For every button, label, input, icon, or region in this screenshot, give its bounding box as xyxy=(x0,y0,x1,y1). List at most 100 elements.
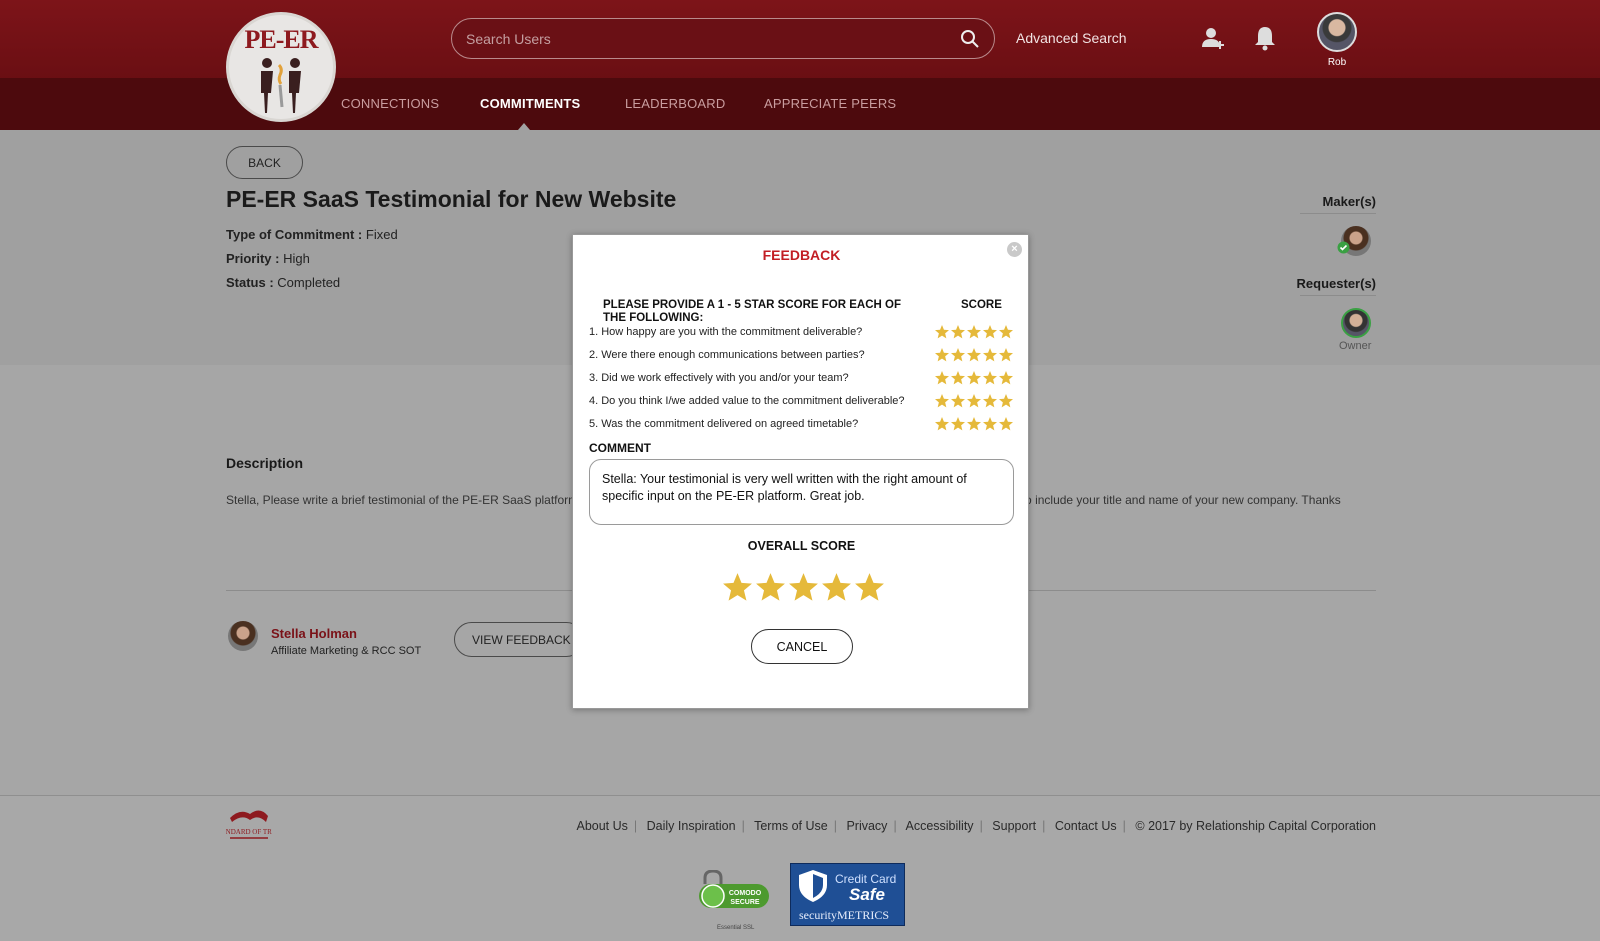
footer-link-daily-inspiration[interactable]: Daily Inspiration xyxy=(647,819,736,833)
requesters-divider xyxy=(1300,295,1376,296)
cancel-button[interactable]: CANCEL xyxy=(751,629,853,664)
commitment-status: Status : Completed xyxy=(226,275,340,290)
star-icon[interactable] xyxy=(983,371,997,385)
star-icon[interactable] xyxy=(935,325,949,339)
star-icon[interactable] xyxy=(999,394,1013,408)
peer-logo[interactable]: PE-ER xyxy=(226,12,336,122)
search-input[interactable] xyxy=(466,28,936,50)
star-icon[interactable] xyxy=(951,371,965,385)
requester-role: Owner xyxy=(1339,340,1372,352)
star-icon[interactable] xyxy=(999,325,1013,339)
ccsafe-line1: Credit Card xyxy=(835,872,897,886)
star-icon[interactable] xyxy=(951,348,965,362)
footer-link-about[interactable]: About Us xyxy=(576,819,627,833)
star-icon[interactable] xyxy=(935,371,949,385)
question-row: 4. Do you think I/we added value to the … xyxy=(589,393,1014,411)
requester-avatar[interactable] xyxy=(1341,308,1371,338)
star-icon[interactable] xyxy=(951,417,965,431)
ccsafe-line2: Safe xyxy=(849,885,885,904)
search-box[interactable] xyxy=(451,18,995,59)
question-row: 2. Were there enough communications betw… xyxy=(589,347,1014,365)
maker-role: Affiliate Marketing & RCC SOT xyxy=(271,645,422,657)
star-icon[interactable] xyxy=(967,325,981,339)
question-star-rating[interactable] xyxy=(934,416,1014,437)
question-text: 1. How happy are you with the commitment… xyxy=(589,326,863,338)
stella-avatar[interactable] xyxy=(228,621,258,651)
status-label: Status : xyxy=(226,275,274,290)
nav-tab-appreciate-peers[interactable]: APPRECIATE PEERS xyxy=(764,96,896,111)
commitment-type: Type of Commitment : Fixed xyxy=(226,227,398,242)
check-icon xyxy=(1337,241,1350,254)
star-icon[interactable] xyxy=(999,348,1013,362)
overall-star-rating[interactable] xyxy=(721,571,886,609)
footer-links: About Us | Daily Inspiration | Terms of Us… xyxy=(576,819,1376,833)
back-button[interactable]: BACK xyxy=(226,146,303,179)
star-icon[interactable] xyxy=(983,417,997,431)
footer-link-accessibility[interactable]: Accessibility xyxy=(905,819,973,833)
star-icon[interactable] xyxy=(935,417,949,431)
modal-title: FEEDBACK xyxy=(762,247,841,263)
score-heading: SCORE xyxy=(961,299,1002,311)
star-icon[interactable] xyxy=(951,325,965,339)
star-icon[interactable] xyxy=(983,348,997,362)
comodo-secure-label: SECURE xyxy=(730,899,760,906)
nav-tab-leaderboard[interactable]: LEADERBOARD xyxy=(625,96,725,111)
comment-field[interactable]: Stella: Your testimonial is very well wr… xyxy=(589,459,1014,525)
nav-tab-connections[interactable]: CONNECTIONS xyxy=(341,96,439,111)
question-star-rating[interactable] xyxy=(934,347,1014,368)
star-icon[interactable] xyxy=(967,348,981,362)
nav-tab-commitments[interactable]: COMMITMENTS xyxy=(480,96,580,111)
maker-name[interactable]: Stella Holman xyxy=(271,626,357,641)
star-rating-svg xyxy=(935,394,1013,408)
star-icon[interactable] xyxy=(935,348,949,362)
logo-text: PE-ER xyxy=(244,25,319,54)
overall-score-heading: OVERALL SCORE xyxy=(747,539,856,553)
makers-divider xyxy=(1300,213,1376,214)
star-icon[interactable] xyxy=(723,573,752,601)
question-row: 3. Did we work effectively with you and/… xyxy=(589,370,1014,388)
star-icon[interactable] xyxy=(822,573,851,601)
question-star-rating[interactable] xyxy=(934,393,1014,414)
question-text: 3. Did we work effectively with you and/… xyxy=(589,372,849,384)
feedback-modal: × FEEDBACK PLEASE PROVIDE A 1 - 5 STAR S… xyxy=(572,234,1029,709)
footer-link-support[interactable]: Support xyxy=(992,819,1036,833)
comodo-label: COMODO xyxy=(729,890,762,897)
question-star-rating[interactable] xyxy=(934,324,1014,345)
star-icon[interactable] xyxy=(983,394,997,408)
star-rating-svg xyxy=(935,325,1013,339)
star-icon[interactable] xyxy=(967,417,981,431)
description-heading: Description xyxy=(226,455,304,471)
view-feedback-button[interactable]: VIEW FEEDBACK xyxy=(454,622,584,657)
star-icon[interactable] xyxy=(967,394,981,408)
star-icon[interactable] xyxy=(999,371,1013,385)
advanced-search-link[interactable]: Advanced Search xyxy=(1016,30,1127,46)
star-icon[interactable] xyxy=(983,325,997,339)
star-icon[interactable] xyxy=(951,394,965,408)
add-user-icon[interactable] xyxy=(1200,25,1226,51)
search-icon[interactable] xyxy=(960,29,980,49)
user-name-label: Rob xyxy=(1327,57,1347,68)
star-icon[interactable] xyxy=(789,573,818,601)
star-icon[interactable] xyxy=(855,573,884,601)
star-icon[interactable] xyxy=(935,394,949,408)
footer-link-privacy[interactable]: Privacy xyxy=(846,819,887,833)
copyright: © 2017 by Relationship Capital Corporati… xyxy=(1135,819,1376,833)
logo-figures-icon xyxy=(261,58,301,113)
active-tab-indicator xyxy=(518,123,530,130)
star-icon[interactable] xyxy=(999,417,1013,431)
question-text: 4. Do you think I/we added value to the … xyxy=(589,395,905,407)
user-avatar[interactable] xyxy=(1317,12,1357,52)
star-icon[interactable] xyxy=(967,371,981,385)
credit-card-safe-badge[interactable]: Credit Card Safe securityMETRICS xyxy=(790,863,905,926)
footer-link-terms[interactable]: Terms of Use xyxy=(754,819,828,833)
makers-label: Maker(s) xyxy=(1322,194,1376,209)
question-star-rating[interactable] xyxy=(934,370,1014,391)
standard-of-trust-logo-icon[interactable]: STANDARD OF TRUST xyxy=(226,808,272,844)
requesters-label: Requester(s) xyxy=(1296,276,1376,291)
bell-icon[interactable] xyxy=(1253,25,1277,51)
footer-link-contact[interactable]: Contact Us xyxy=(1055,819,1117,833)
star-icon[interactable] xyxy=(756,573,785,601)
comodo-secure-badge-icon[interactable]: COMODO SECURE xyxy=(697,870,771,914)
star-rating-svg xyxy=(723,573,884,601)
trust-logo-text: STANDARD OF TRUST xyxy=(226,828,272,836)
